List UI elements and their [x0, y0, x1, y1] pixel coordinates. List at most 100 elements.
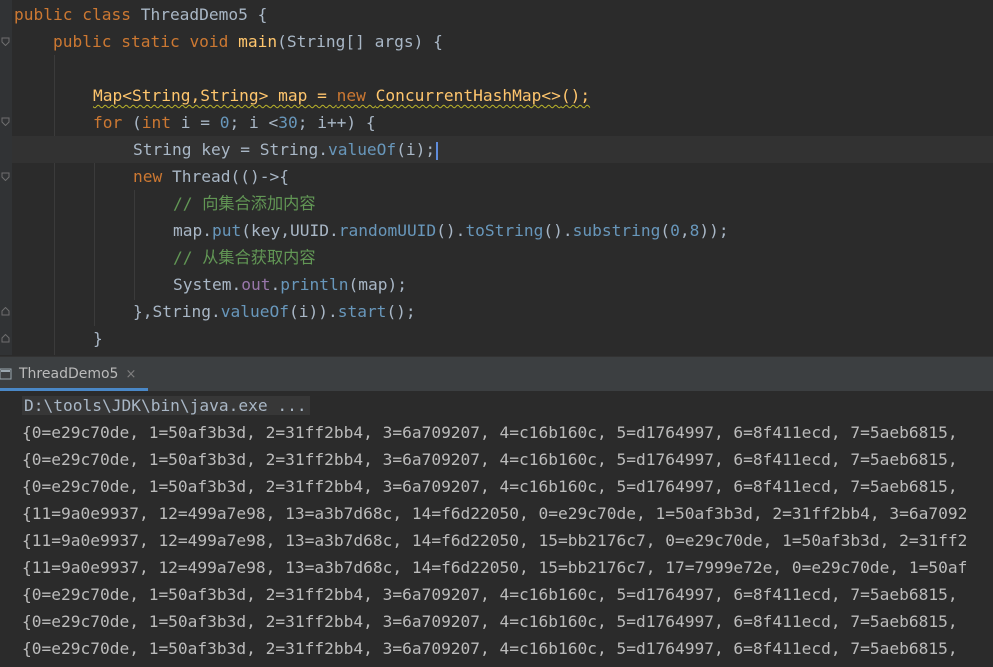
code-token: toString	[465, 221, 544, 240]
indent-guide	[54, 55, 55, 355]
code-token: ) {	[413, 32, 443, 51]
fold-icon[interactable]	[1, 307, 10, 316]
code-line[interactable]: map.put(key,UUID.randomUUID().toString()…	[173, 217, 729, 244]
code-token: String	[133, 140, 192, 159]
code-token: Map<String,String>	[93, 86, 269, 105]
code-token: 30	[278, 113, 298, 132]
tab-threaddemo5[interactable]: ThreadDemo5 ×	[0, 357, 148, 391]
fold-icon[interactable]	[1, 117, 10, 126]
close-icon[interactable]: ×	[125, 367, 136, 382]
console-line: {0=e29c70de, 1=50af3b3d, 2=31ff2bb4, 3=6…	[22, 612, 958, 631]
code-token: (	[131, 113, 142, 132]
code-line[interactable]: for (int i = 0; i <30; i++) {	[93, 109, 376, 136]
code-comment: // 从集合获取内容	[173, 248, 316, 267]
console-line: {11=9a0e9937, 12=499a7e98, 13=a3b7d68c, …	[22, 531, 968, 550]
code-token: (i);	[396, 140, 436, 159]
code-comment: // 向集合添加内容	[173, 194, 316, 213]
fold-icon[interactable]	[1, 334, 10, 343]
code-token: new	[336, 86, 376, 105]
code-token: []	[345, 32, 375, 51]
code-token: .	[270, 275, 281, 294]
run-console-icon	[0, 368, 12, 380]
code-token: (map);	[348, 275, 407, 294]
code-token: public static void	[53, 32, 239, 51]
code-token: println	[280, 275, 349, 294]
fold-icon[interactable]	[1, 172, 10, 181]
code-token: .	[328, 221, 339, 240]
code-token: ));	[699, 221, 729, 240]
code-token: new	[133, 167, 172, 186]
code-line[interactable]: // 从集合获取内容	[173, 244, 316, 271]
code-token: String	[259, 140, 319, 159]
code-token: args	[374, 32, 414, 51]
code-token: int	[141, 113, 171, 132]
code-token: 0	[670, 221, 680, 240]
warning-highlight: Map<String,String> map = new ConcurrentH…	[93, 86, 590, 105]
code-token: i =	[170, 113, 220, 132]
console-output[interactable]: D:\tools\JDK\bin\java.exe ... {0=e29c70d…	[0, 391, 993, 667]
code-token: ; i++) {	[297, 113, 376, 132]
console-line: {0=e29c70de, 1=50af3b3d, 2=31ff2bb4, 3=6…	[22, 450, 958, 469]
fold-icon[interactable]	[1, 37, 10, 46]
code-line[interactable]: public class ThreadDemo5 {	[14, 1, 267, 28]
code-token: 8	[689, 221, 700, 240]
code-line[interactable]: }	[93, 325, 103, 352]
code-token: (()->{	[230, 167, 289, 186]
console-line: {0=e29c70de, 1=50af3b3d, 2=31ff2bb4, 3=6…	[22, 585, 958, 604]
code-token: (key,	[241, 221, 290, 240]
code-token: .	[231, 275, 242, 294]
code-token: randomUUID	[338, 221, 437, 240]
tab-label: ThreadDemo5	[19, 366, 119, 382]
code-token: ThreadDemo5	[140, 5, 248, 24]
command-text[interactable]: D:\tools\JDK\bin\java.exe ...	[22, 396, 310, 415]
code-token: ; i <	[229, 113, 279, 132]
indent-guide	[134, 190, 135, 300]
console-line: {0=e29c70de, 1=50af3b3d, 2=31ff2bb4, 3=6…	[22, 423, 958, 442]
code-token: },	[133, 302, 153, 321]
code-token: System	[173, 275, 232, 294]
code-line[interactable]: public static void main(String[] args) {	[53, 28, 443, 55]
code-token: substring	[572, 221, 661, 240]
code-token: 0	[219, 113, 230, 132]
text-caret	[436, 141, 439, 160]
console-command-line[interactable]: D:\tools\JDK\bin\java.exe ...	[22, 392, 310, 419]
code-token: (i)).	[288, 302, 338, 321]
code-token: ().	[436, 221, 466, 240]
code-token: ();	[386, 302, 416, 321]
code-line[interactable]: String key = String.valueOf(i);	[133, 136, 439, 163]
code-token: map	[173, 221, 203, 240]
code-token: main	[238, 32, 278, 51]
code-line[interactable]: new Thread(()->{	[133, 163, 289, 190]
code-token: map =	[268, 86, 337, 105]
code-line[interactable]: System.out.println(map);	[173, 271, 407, 298]
console-line: {0=e29c70de, 1=50af3b3d, 2=31ff2bb4, 3=6…	[22, 639, 958, 658]
run-tab-bar: ThreadDemo5 ×	[0, 356, 993, 392]
code-token: {	[247, 5, 268, 24]
code-line[interactable]: Map<String,String> map = new ConcurrentH…	[93, 82, 590, 109]
code-token: (	[660, 221, 671, 240]
code-token: for	[93, 113, 132, 132]
code-token: public class	[14, 5, 141, 24]
code-line[interactable]: // 向集合添加内容	[173, 190, 316, 217]
code-line[interactable]: },String.valueOf(i)).start();	[133, 298, 416, 325]
code-token: .	[202, 221, 212, 240]
code-token: String	[286, 32, 346, 51]
code-token: ConcurrentHashMap<>	[375, 86, 561, 105]
indent-guide	[94, 136, 95, 326]
console-line: {11=9a0e9937, 12=499a7e98, 13=a3b7d68c, …	[22, 558, 968, 577]
console-line: {11=9a0e9937, 12=499a7e98, 13=a3b7d68c, …	[22, 504, 968, 523]
code-token: valueOf	[327, 140, 397, 159]
code-token: String	[152, 302, 211, 321]
code-token: ().	[543, 221, 573, 240]
code-token: Thread	[171, 167, 231, 186]
console-line: {0=e29c70de, 1=50af3b3d, 2=31ff2bb4, 3=6…	[22, 477, 958, 496]
code-token: valueOf	[220, 302, 289, 321]
code-token: key =	[191, 140, 260, 159]
code-editor[interactable]: public class ThreadDemo5 { public static…	[0, 0, 993, 355]
code-token: .	[318, 140, 328, 159]
code-token: out	[241, 275, 271, 294]
code-token: UUID	[289, 221, 329, 240]
code-token: (	[277, 32, 287, 51]
code-token: }	[93, 329, 103, 348]
code-token: .	[210, 302, 221, 321]
